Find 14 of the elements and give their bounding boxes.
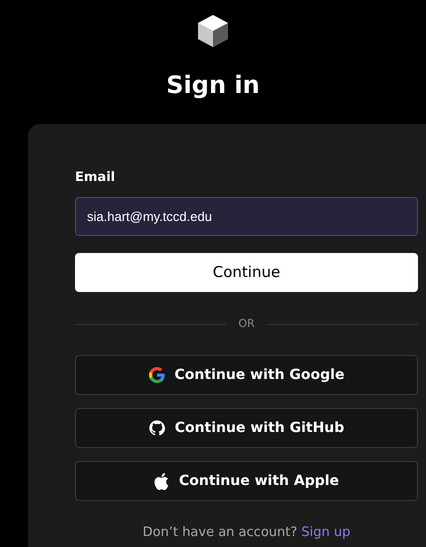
sign-up-link[interactable]: Sign up <box>301 525 350 540</box>
provider-button[interactable]: Continue with Google <box>75 355 418 395</box>
apple-icon <box>154 472 169 490</box>
provider-button[interactable]: Continue with GitHub <box>75 408 418 448</box>
email-label: Email <box>75 169 116 187</box>
cube-logo-icon <box>197 14 229 48</box>
page-title: Sign in <box>166 70 260 101</box>
google-g-icon <box>148 367 165 383</box>
github-octocat-icon <box>148 420 165 436</box>
email-input[interactable]: sia.hart@my.tccd.edu <box>75 197 418 236</box>
divider-text: OR <box>238 316 255 332</box>
continue-button[interactable]: Continue <box>75 253 418 292</box>
footer-text: Don’t have an account? <box>142 525 298 540</box>
provider-button[interactable]: Continue with Apple <box>75 461 418 501</box>
